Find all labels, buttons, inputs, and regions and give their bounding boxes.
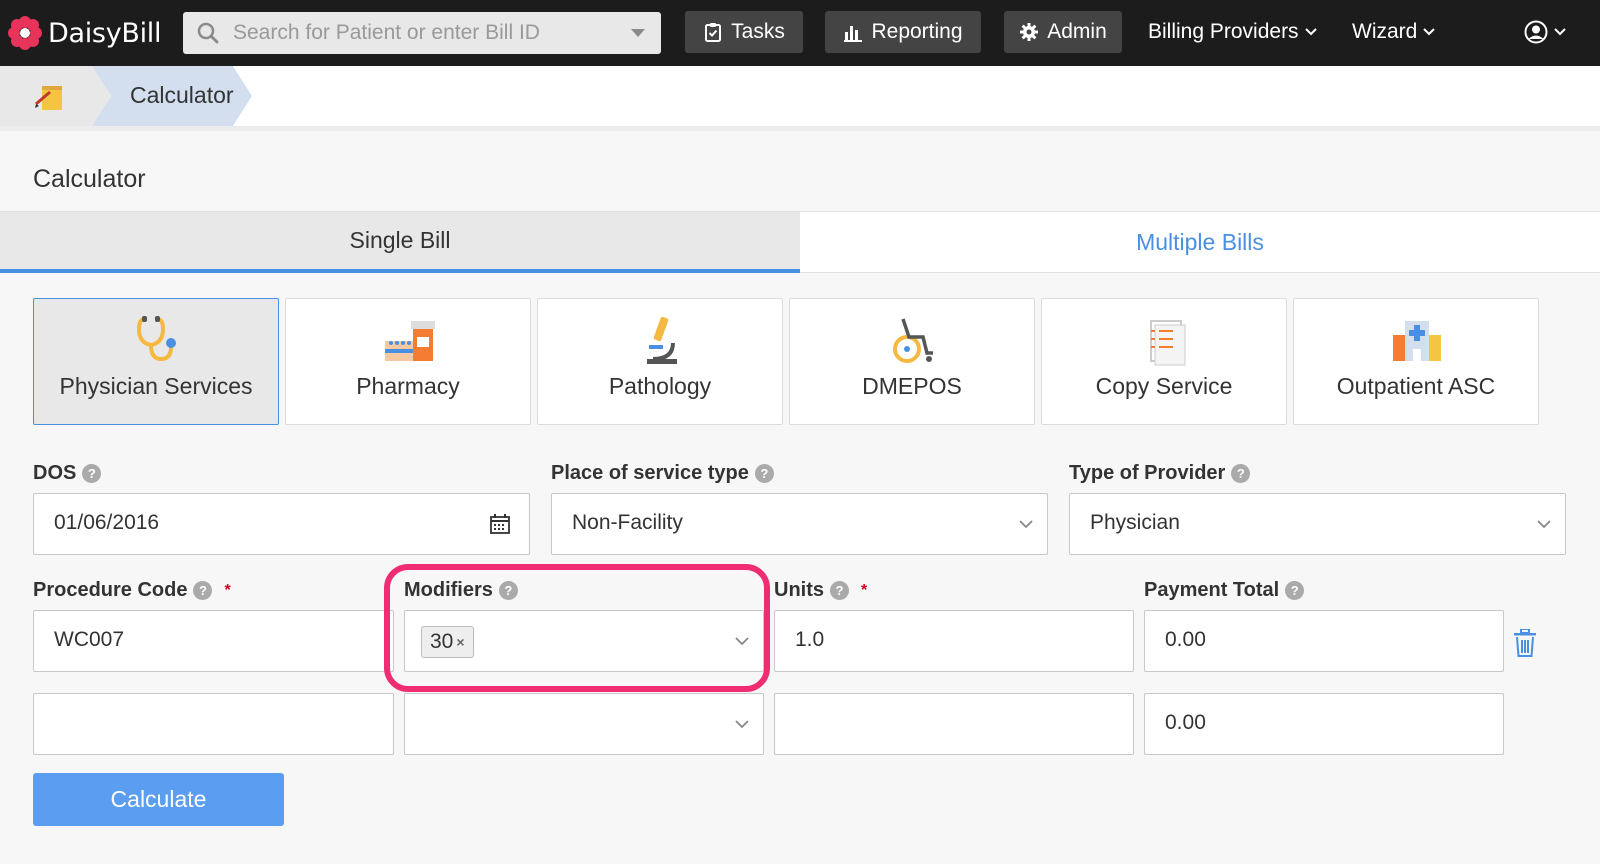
search-icon: [197, 22, 219, 44]
chevron-down-icon: [1304, 28, 1317, 36]
card-label: Copy Service: [1095, 373, 1233, 399]
wizard-menu[interactable]: Wizard: [1352, 11, 1436, 53]
help-icon[interactable]: ?: [830, 581, 849, 600]
provider-label: Type of Provider ?: [1069, 462, 1251, 485]
breadcrumb-home[interactable]: [0, 66, 112, 126]
breadcrumb: Calculator: [0, 66, 1600, 131]
admin-button[interactable]: Admin: [1004, 11, 1122, 53]
notepad-pencil-icon: [35, 86, 62, 110]
modifiers-highlight-annotation: [384, 564, 770, 692]
admin-label: Admin: [1047, 20, 1107, 43]
card-outpatient-asc[interactable]: Outpatient ASC: [1293, 298, 1539, 425]
modifiers-select[interactable]: [404, 693, 764, 755]
payment-total-label: Payment Total ?: [1144, 579, 1305, 602]
provider-label-text: Type of Provider: [1069, 462, 1226, 484]
search-dropdown-caret-icon[interactable]: [631, 29, 645, 37]
app-name: DaisyBill: [48, 17, 162, 49]
bar-chart-icon: [844, 26, 863, 42]
billing-providers-menu[interactable]: Billing Providers: [1148, 11, 1317, 53]
card-pharmacy[interactable]: Pharmacy: [285, 298, 531, 425]
units-input[interactable]: [774, 693, 1134, 755]
units-value: 1.0: [795, 628, 825, 651]
billing-providers-label: Billing Providers: [1148, 20, 1299, 43]
reporting-label: Reporting: [871, 20, 963, 43]
tab-single-bill[interactable]: Single Bill: [0, 212, 800, 273]
provider-select[interactable]: Physician: [1069, 493, 1566, 555]
card-copy-service[interactable]: Copy Service: [1041, 298, 1287, 425]
user-avatar-icon: [1524, 20, 1548, 44]
dos-label-text: DOS: [33, 462, 77, 484]
calculate-button[interactable]: Calculate: [33, 773, 284, 826]
chevron-down-icon: [1019, 520, 1033, 529]
provider-value: Physician: [1090, 511, 1180, 534]
trash-icon[interactable]: [1513, 629, 1537, 657]
card-label: DMEPOS: [862, 373, 962, 399]
wizard-label: Wizard: [1352, 20, 1418, 43]
search-input[interactable]: [233, 17, 603, 49]
pos-label-text: Place of service type: [551, 462, 749, 484]
chevron-down-icon: [735, 720, 749, 729]
daisy-logo-icon: [8, 16, 42, 50]
pos-label: Place of service type ?: [551, 462, 774, 485]
card-label: Pharmacy: [356, 373, 460, 399]
app-logo[interactable]: DaisyBill: [8, 14, 162, 52]
tasks-label: Tasks: [731, 20, 785, 43]
card-dmepos[interactable]: DMEPOS: [789, 298, 1035, 425]
procedure-code-input[interactable]: [33, 693, 394, 755]
help-icon[interactable]: ?: [82, 464, 102, 483]
tab-single-bill-label: Single Bill: [349, 227, 451, 253]
help-icon[interactable]: ?: [1231, 464, 1251, 483]
user-menu[interactable]: [1524, 11, 1566, 53]
procedure-code-input[interactable]: WC007: [33, 610, 394, 672]
payment-total-field: 0.00: [1144, 610, 1504, 672]
units-label: Units ? *: [774, 579, 867, 602]
tab-multiple-bills[interactable]: Multiple Bills: [800, 212, 1600, 273]
top-navbar: DaisyBill Tasks Reporting: [0, 0, 1600, 66]
required-asterisk: *: [224, 581, 231, 599]
help-icon[interactable]: ?: [1285, 581, 1305, 600]
pharmacy-icon: [385, 321, 435, 361]
units-label-text: Units: [774, 579, 824, 601]
dos-field[interactable]: 01/06/2016: [33, 493, 530, 555]
gear-icon: [1020, 23, 1039, 41]
card-physician-services[interactable]: Physician Services: [33, 298, 279, 425]
pos-value: Non-Facility: [572, 511, 683, 534]
card-label: Pathology: [608, 373, 712, 399]
help-icon[interactable]: ?: [193, 581, 213, 600]
wheelchair-icon: [893, 318, 933, 363]
card-pathology[interactable]: Pathology: [537, 298, 783, 425]
microscope-icon: [647, 316, 677, 364]
units-input[interactable]: 1.0: [774, 610, 1134, 672]
payment-total-field: 0.00: [1144, 693, 1504, 755]
required-asterisk: *: [861, 581, 868, 599]
procedure-code-value: WC007: [54, 628, 125, 651]
card-label: Physician Services: [59, 373, 253, 399]
pos-select[interactable]: Non-Facility: [551, 493, 1048, 555]
chevron-down-icon: [1423, 28, 1436, 36]
procedure-code-label: Procedure Code ? *: [33, 579, 231, 602]
tab-multiple-bills-label: Multiple Bills: [1136, 229, 1264, 255]
reporting-button[interactable]: Reporting: [825, 11, 981, 53]
calendar-icon[interactable]: [489, 513, 511, 535]
page-title: Calculator: [33, 165, 146, 193]
chevron-down-icon: [1537, 520, 1551, 529]
help-icon[interactable]: ?: [754, 464, 774, 483]
tasks-button[interactable]: Tasks: [685, 11, 803, 53]
breadcrumb-current: Calculator: [130, 82, 234, 108]
dos-value: 01/06/2016: [54, 511, 160, 534]
document-icon: [1150, 320, 1186, 366]
card-label: Outpatient ASC: [1336, 373, 1496, 399]
hospital-icon: [1393, 321, 1441, 361]
dos-label: DOS ?: [33, 462, 102, 485]
payment-total-value: 0.00: [1165, 628, 1206, 651]
payment-total-value: 0.00: [1165, 711, 1206, 734]
stethoscope-icon: [136, 316, 176, 362]
chevron-down-icon: [1554, 28, 1566, 36]
payment-total-label-text: Payment Total: [1144, 579, 1280, 601]
procedure-code-label-text: Procedure Code: [33, 579, 188, 601]
patient-search[interactable]: [183, 12, 661, 54]
clipboard-check-icon: [705, 23, 722, 42]
bill-type-tabs: Single Bill Multiple Bills: [0, 212, 1600, 273]
